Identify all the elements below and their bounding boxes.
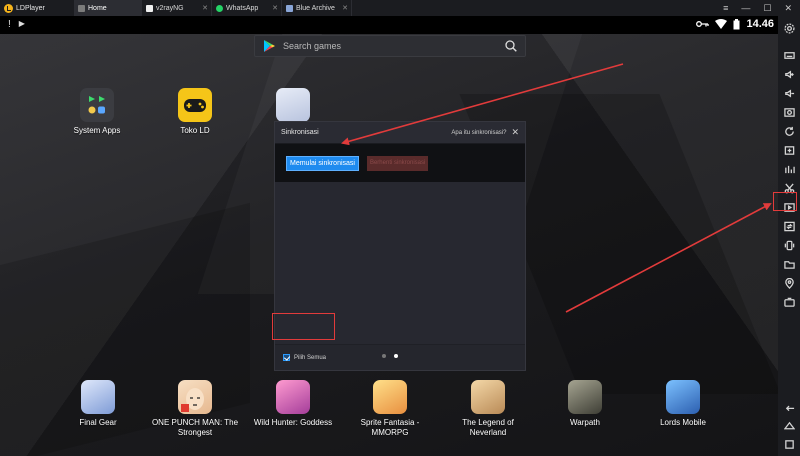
tab-label: Blue Archive xyxy=(296,4,335,12)
window-controls: ≡ — ☐ ✕ xyxy=(723,0,800,16)
select-all-label: Pilih Semua xyxy=(294,354,327,361)
tab-home[interactable]: Home xyxy=(74,0,142,16)
wifi-icon xyxy=(715,19,728,29)
recent-apps-icon[interactable] xyxy=(782,437,796,451)
dialog-footer: Pilih Semua xyxy=(275,344,525,370)
app-one-punch-man[interactable]: ONE PUNCH MAN: The Strongest xyxy=(150,380,240,438)
app-label: Lords Mobile xyxy=(660,418,706,427)
warning-icon: ! xyxy=(8,19,11,30)
lords-mobile-icon xyxy=(666,380,700,414)
tab-close-icon[interactable]: ✕ xyxy=(272,4,278,12)
app-name: LDPlayer xyxy=(16,4,45,12)
tab-v2rayng[interactable]: v2rayNG ✕ xyxy=(142,0,212,16)
screenshot-icon[interactable] xyxy=(782,105,796,119)
warpath-icon xyxy=(568,380,602,414)
blue-archive-app-icon xyxy=(276,88,310,122)
app-system-apps[interactable]: System Apps xyxy=(52,88,142,136)
system-apps-icon xyxy=(80,88,114,122)
volume-up-icon[interactable] xyxy=(782,67,796,81)
close-window-icon[interactable]: ✕ xyxy=(784,3,792,14)
app-label: Warpath xyxy=(570,418,600,427)
help-link[interactable]: Apa itu sinkronisasi? xyxy=(451,130,506,136)
search-input[interactable]: Search games xyxy=(283,41,505,51)
annotation-box-select-all xyxy=(272,313,335,340)
volume-down-icon[interactable] xyxy=(782,86,796,100)
battery-icon xyxy=(733,18,740,29)
media-icon: ▶ xyxy=(18,19,25,28)
app-label: System Apps xyxy=(73,126,121,135)
vpn-key-icon xyxy=(696,21,710,27)
menu-icon[interactable]: ≡ xyxy=(723,3,728,13)
app-toko-ld[interactable]: Toko LD xyxy=(150,88,240,136)
minimize-icon[interactable]: — xyxy=(741,3,750,13)
home-nav-icon[interactable] xyxy=(782,418,796,432)
blue-archive-icon xyxy=(286,4,293,12)
whatsapp-icon xyxy=(216,4,223,12)
dialog-header: Sinkronisasi Apa itu sinkronisasi? ✕ xyxy=(275,122,525,144)
ldplayer-logo-icon xyxy=(4,3,13,13)
location-icon[interactable] xyxy=(782,276,796,290)
maximize-icon[interactable]: ☐ xyxy=(763,3,771,14)
android-home-screen: Search games System Apps Toko LD Sinkron… xyxy=(0,34,778,456)
app-label: Sprite Fantasia - MMORPG xyxy=(360,418,420,437)
app-warpath[interactable]: Warpath xyxy=(540,380,630,428)
settings-icon[interactable] xyxy=(782,21,796,35)
install-apk-icon[interactable] xyxy=(782,143,796,157)
tab-blue-archive[interactable]: Blue Archive ✕ xyxy=(282,0,352,16)
app-label: ONE PUNCH MAN: The Strongest xyxy=(151,418,239,437)
select-all-checkbox[interactable] xyxy=(283,354,290,361)
gamepad-icon xyxy=(178,88,212,122)
tab-label: Home xyxy=(88,4,107,12)
app-lords-mobile[interactable]: Lords Mobile xyxy=(638,380,728,428)
app-label: Wild Hunter: Goddess xyxy=(253,418,333,427)
home-icon xyxy=(78,4,85,12)
start-sync-button[interactable]: Memulai sinkronisasi xyxy=(286,155,359,171)
final-gear-icon xyxy=(81,380,115,414)
app-logo: LDPlayer xyxy=(0,0,74,16)
multi-instance-sync-icon[interactable] xyxy=(782,295,796,309)
tab-label: WhatsApp xyxy=(226,4,259,12)
sync-operation-icon[interactable] xyxy=(782,219,796,233)
app-sprite-fantasia[interactable]: Sprite Fantasia - MMORPG xyxy=(345,380,435,438)
app-label: The Legend of Neverland xyxy=(462,418,514,437)
tab-label: v2rayNG xyxy=(156,4,184,12)
app-label: Toko LD xyxy=(180,126,210,135)
wild-hunter-icon xyxy=(276,380,310,414)
clock: 14.46 xyxy=(746,18,774,30)
app-wild-hunter[interactable]: Wild Hunter: Goddess xyxy=(248,380,338,428)
close-icon[interactable]: ✕ xyxy=(511,127,519,138)
search-icon[interactable] xyxy=(505,40,517,52)
shared-folder-icon[interactable] xyxy=(782,257,796,271)
page-indicator-dot[interactable] xyxy=(382,354,386,358)
v2rayng-icon xyxy=(146,4,153,12)
tab-whatsapp[interactable]: WhatsApp ✕ xyxy=(212,0,282,16)
dialog-title: Sinkronisasi xyxy=(281,129,319,136)
title-bar: LDPlayer Home v2rayNG ✕ WhatsApp ✕ Blue … xyxy=(0,0,800,16)
dialog-action-bar: Memulai sinkronisasi Berhenti sinkronisa… xyxy=(275,144,525,182)
shake-icon[interactable] xyxy=(782,238,796,252)
app-label: Final Gear xyxy=(79,418,117,427)
google-play-icon xyxy=(264,40,275,52)
sprite-fantasia-icon xyxy=(373,380,407,414)
legend-of-neverland-icon xyxy=(471,380,505,414)
one-punch-man-icon xyxy=(178,380,212,414)
tab-close-icon[interactable]: ✕ xyxy=(202,4,208,12)
page-indicator-dot-active[interactable] xyxy=(394,354,398,358)
back-icon[interactable] xyxy=(782,399,796,413)
tab-close-icon[interactable]: ✕ xyxy=(342,4,348,12)
keyboard-icon[interactable] xyxy=(782,48,796,62)
app-legend-of-neverland[interactable]: The Legend of Neverland xyxy=(443,380,533,438)
operation-record-icon[interactable] xyxy=(782,162,796,176)
rotate-icon[interactable] xyxy=(782,124,796,138)
status-bar: ! ▶ 14.46 xyxy=(0,16,778,34)
annotation-box-toolbar xyxy=(773,192,797,211)
search-games-bar[interactable]: Search games xyxy=(254,35,526,57)
side-toolbar xyxy=(778,16,800,456)
app-final-gear[interactable]: Final Gear xyxy=(53,380,143,428)
stop-sync-button[interactable]: Berhenti sinkronisasi xyxy=(366,155,429,171)
